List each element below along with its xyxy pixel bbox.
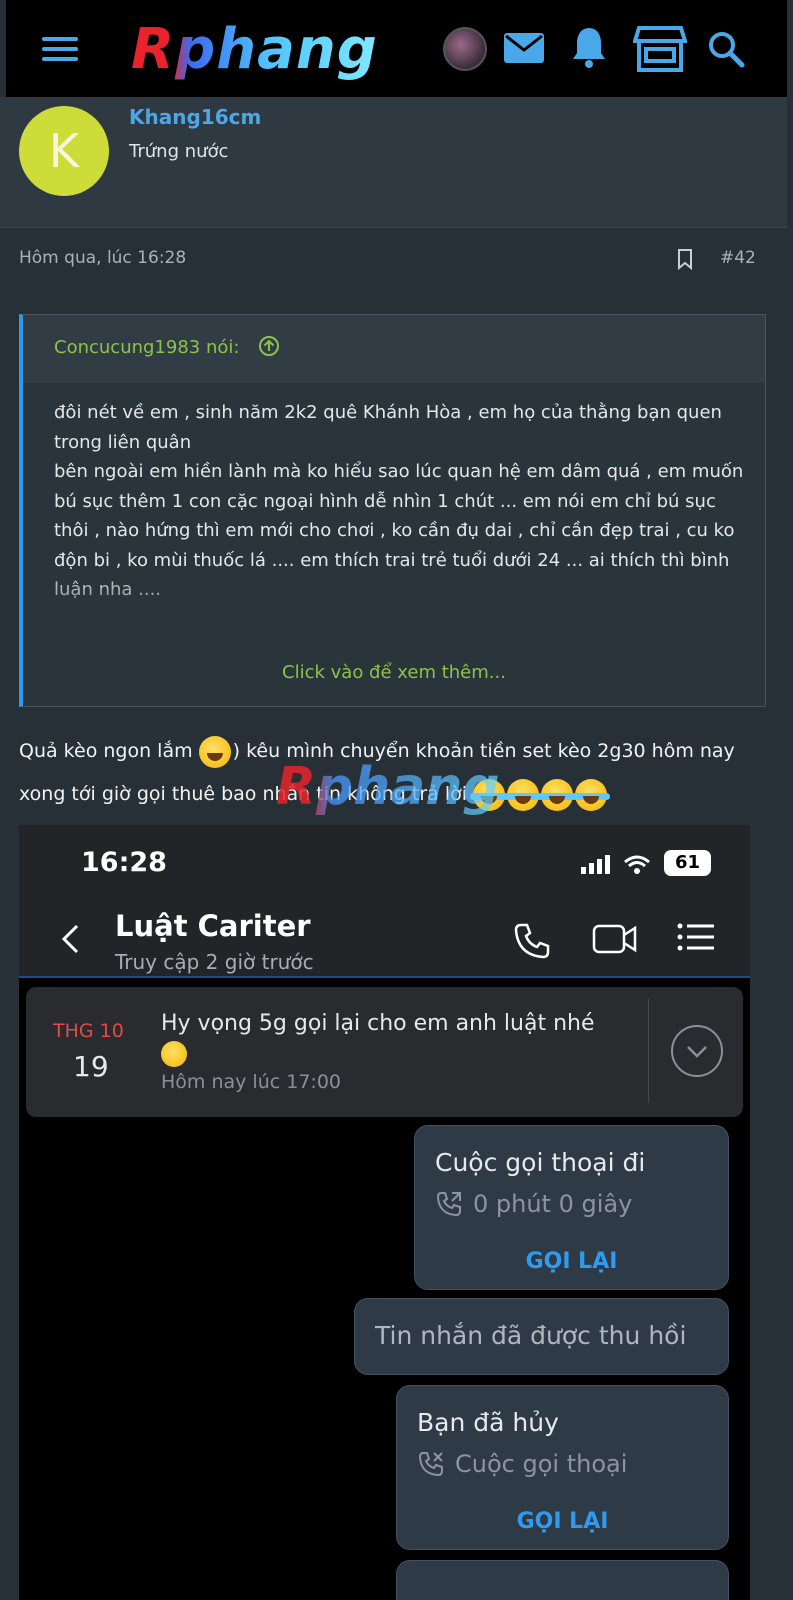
- author-title: Trứng nước: [129, 141, 229, 162]
- phone-clock: 16:28: [81, 847, 167, 878]
- quote-author[interactable]: Concucung1983 nói:: [54, 337, 239, 358]
- bookmark-icon[interactable]: [677, 248, 693, 270]
- quote-block: Concucung1983 nói: đôi nét về em , sinh …: [19, 314, 766, 707]
- laughing-emoji-icon: [198, 735, 231, 768]
- reminder-day: 19: [73, 1050, 109, 1083]
- search-icon[interactable]: [707, 30, 745, 68]
- avatar[interactable]: [443, 27, 487, 71]
- phone-call-icon: [514, 923, 550, 959]
- reminder-month: THG 10: [53, 1020, 124, 1042]
- quote-line: đôi nét về em , sinh năm 2k2 quê Khánh H…: [54, 402, 722, 453]
- chevron-down-icon: [671, 1025, 723, 1077]
- post-author-block: K Khang16cm Trứng nước: [0, 97, 787, 228]
- chat-header: 16:28 61 Luật Cariter Truy cập 2 giờ trư…: [19, 825, 750, 978]
- outgoing-call-bubble: Cuộc gọi thoại đi 0 phút 0 giây GỌI LẠI: [414, 1125, 729, 1290]
- battery-indicator: 61: [664, 850, 711, 876]
- recalled-text: Tin nhắn đã được thu hồi: [375, 1321, 687, 1350]
- menu-icon[interactable]: [42, 35, 80, 63]
- reminder-time: Hôm nay lúc 17:00: [161, 1071, 341, 1093]
- message-text-1: Quả kèo ngon lắm: [19, 740, 199, 762]
- back-arrow-icon: [61, 924, 79, 954]
- expand-quote-link[interactable]: Click vào để xem thêm...: [23, 662, 765, 683]
- list-menu-icon: [677, 923, 714, 951]
- tears-of-joy-emoji-icon: [572, 778, 611, 811]
- watermark-logo: Rphang: [276, 757, 500, 817]
- call-back-button: GỌI LẠI: [525, 1249, 618, 1274]
- call-back-button-2: GỌI LẠI: [516, 1509, 609, 1534]
- reminder-message: Hy vọng 5g gọi lại cho em anh luật nhé: [161, 1011, 595, 1036]
- cancelled-title: Bạn đã hủy: [417, 1408, 559, 1437]
- top-nav-bar: Rphang: [6, 0, 787, 97]
- reminder-text: Hy vọng 5g gọi lại cho em anh luật nhé: [161, 1009, 631, 1069]
- contact-status: Truy cập 2 giờ trước: [115, 950, 314, 974]
- call-duration: 0 phút 0 giây: [473, 1190, 633, 1218]
- author-avatar[interactable]: K: [19, 106, 109, 196]
- next-bubble-partial: [396, 1560, 729, 1600]
- quote-fade: [23, 565, 765, 625]
- cancelled-call-bubble: Bạn đã hủy Cuộc gọi thoại GỌI LẠI: [396, 1385, 729, 1550]
- post-timestamp[interactable]: Hôm qua, lúc 16:28: [19, 248, 186, 268]
- divider: [648, 999, 649, 1103]
- call-title: Cuộc gọi thoại đi: [435, 1148, 646, 1177]
- cancelled-subtitle: Cuộc gọi thoại: [455, 1450, 628, 1478]
- quote-header: Concucung1983 nói:: [23, 315, 765, 383]
- arrow-up-circle-icon[interactable]: [258, 335, 280, 357]
- mail-icon[interactable]: [503, 32, 545, 64]
- grin-emoji-icon: [161, 1041, 187, 1067]
- store-icon[interactable]: [633, 25, 687, 73]
- reminder-card: THG 10 19 Hy vọng 5g gọi lại cho em anh …: [26, 987, 743, 1117]
- attached-screenshot[interactable]: 16:28 61 Luật Cariter Truy cập 2 giờ trư…: [19, 825, 750, 1600]
- recalled-message-bubble: Tin nhắn đã được thu hồi: [354, 1298, 729, 1375]
- author-username[interactable]: Khang16cm: [129, 105, 261, 129]
- post-number[interactable]: #42: [720, 248, 756, 268]
- signal-wifi-icon: [581, 855, 650, 874]
- contact-name: Luật Cariter: [115, 909, 311, 943]
- bell-icon[interactable]: [571, 25, 607, 69]
- outgoing-call-icon: [436, 1192, 461, 1217]
- video-call-icon: [592, 924, 637, 954]
- tears-of-joy-emoji-icon: [504, 778, 543, 811]
- site-logo[interactable]: Rphang: [131, 18, 378, 82]
- tears-of-joy-emoji-icon: [538, 778, 577, 811]
- cancelled-call-icon: [418, 1452, 443, 1477]
